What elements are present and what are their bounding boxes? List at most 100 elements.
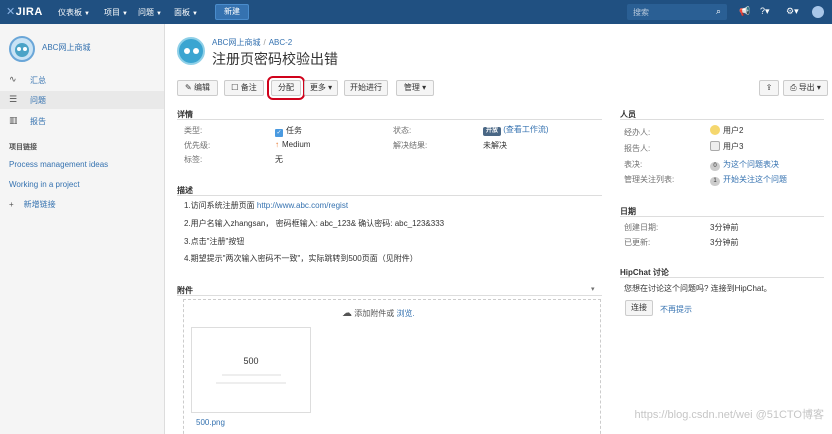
dropzone-prompt: ☁ 添加附件或 浏览. bbox=[342, 308, 415, 319]
thumbnail-title: 500 bbox=[243, 356, 259, 366]
description-line-1: 1.访问系统注册页面 http://www.abc.com/regist bbox=[184, 201, 349, 210]
watch-link[interactable]: 开始关注这个问题 bbox=[723, 175, 787, 184]
project-avatar[interactable] bbox=[9, 36, 35, 62]
chevron-down-icon: ▼ bbox=[84, 11, 90, 17]
search-input[interactable]: 搜索 ⌕ bbox=[627, 4, 727, 20]
reporter-value[interactable]: 用户3 bbox=[710, 141, 743, 152]
menu-boards[interactable]: 面板 ▼ bbox=[174, 7, 198, 18]
more-button[interactable]: 更多 ▾ bbox=[304, 80, 338, 96]
activity-icon: ∿ bbox=[9, 74, 17, 84]
export-icon: ⎙ bbox=[790, 83, 799, 92]
add-link-button[interactable]: + 新增链接 bbox=[9, 199, 56, 210]
gear-icon[interactable]: ⚙▾ bbox=[786, 6, 799, 17]
assign-button[interactable]: 分配 bbox=[267, 76, 305, 100]
create-button[interactable]: 新建 bbox=[215, 4, 249, 20]
assignee-label: 经办人: bbox=[624, 128, 651, 137]
vote-link[interactable]: 为这个问题表决 bbox=[723, 160, 779, 169]
browse-link[interactable]: 浏览. bbox=[396, 309, 414, 318]
chevron-down-icon: ▼ bbox=[192, 11, 198, 17]
reporter-label: 报告人: bbox=[624, 144, 651, 153]
export-button[interactable]: ⎙ 导出 ▾ bbox=[783, 80, 828, 96]
created-value: 3分钟前 bbox=[710, 223, 739, 232]
menu-dashboards[interactable]: 仪表板 ▼ bbox=[58, 7, 90, 18]
comment-icon: ☐ bbox=[231, 83, 241, 92]
watermark: https://blog.csdn.net/wei @51CTO博客 bbox=[634, 409, 825, 421]
regist-url-link[interactable]: http://www.abc.com/regist bbox=[257, 201, 348, 210]
sidebar-item-label: 报告 bbox=[30, 117, 46, 126]
priority-label: 优先级: bbox=[184, 141, 211, 150]
description-line-2: 2.用户名输入zhangsan， 密码框输入: abc_123& 确认密码: a… bbox=[184, 219, 445, 228]
chevron-down-icon: ▾ bbox=[325, 83, 333, 92]
sidebar-item-summary[interactable]: ∿ 汇总 bbox=[0, 71, 164, 89]
issue-view: ABC网上商城 / ABC-2 注册页密码校验出错 ✎ 编辑 ☐ 备注 分配 更多 … bbox=[166, 24, 832, 434]
type-value: ✓ 任务 bbox=[275, 126, 302, 137]
sidebar-item-issues[interactable]: ☰ 问题 bbox=[0, 91, 164, 109]
votes-count: 0 bbox=[710, 162, 720, 171]
breadcrumb-project[interactable]: ABC网上商城 bbox=[212, 38, 260, 47]
labels-value: 无 bbox=[275, 155, 283, 164]
search-placeholder: 搜索 bbox=[633, 8, 649, 17]
comment-button[interactable]: ☐ 备注 bbox=[224, 80, 264, 96]
breadcrumb-issue-key[interactable]: ABC-2 bbox=[269, 38, 293, 47]
hipchat-connect-button[interactable]: 连接 bbox=[625, 300, 653, 316]
status-label: 状态: bbox=[393, 126, 412, 135]
votes-label: 表决: bbox=[624, 160, 643, 169]
chevron-down-icon: ▼ bbox=[122, 11, 128, 17]
project-link-working[interactable]: Working in a project bbox=[9, 180, 80, 189]
status-badge: 开放 bbox=[483, 127, 502, 136]
top-navigation-bar: ✕JIRA 仪表板 ▼ 项目 ▼ 问题 ▼ 面板 ▼ 新建 搜索 ⌕ 📢 ?▾ ⚙▾ bbox=[0, 0, 832, 24]
updated-value: 3分钟前 bbox=[710, 238, 739, 247]
attachment-file-name[interactable]: 500.png bbox=[196, 418, 225, 427]
project-link-process[interactable]: Process management ideas bbox=[9, 160, 108, 169]
view-workflow-link[interactable]: (查看工作流) bbox=[503, 125, 548, 134]
watchers-label: 管理关注列表: bbox=[624, 175, 675, 184]
assignee-value[interactable]: 用户2 bbox=[710, 125, 743, 136]
resolution-label: 解决结果: bbox=[393, 141, 428, 150]
divider bbox=[620, 277, 824, 278]
edit-button[interactable]: ✎ 编辑 bbox=[177, 80, 218, 96]
thumbnail-text-line bbox=[215, 382, 287, 384]
divider bbox=[177, 119, 602, 120]
thumbnail-text-line bbox=[221, 374, 281, 376]
watchers-count: 1 bbox=[710, 177, 720, 186]
attachment-dropzone[interactable]: ☁ 添加附件或 浏览. 500 500.png bbox=[183, 299, 601, 434]
menu-projects[interactable]: 项目 ▼ bbox=[104, 7, 128, 18]
attachments-options-icon[interactable]: ▾ bbox=[591, 285, 595, 293]
resolution-value: 未解决 bbox=[483, 141, 507, 150]
start-progress-button[interactable]: 开始进行 bbox=[344, 80, 388, 96]
status-value: 开放 (查看工作流) bbox=[483, 124, 549, 136]
divider bbox=[177, 195, 602, 196]
hipchat-dismiss-link[interactable]: 不再提示 bbox=[660, 304, 692, 315]
arrow-up-icon: ↑ bbox=[275, 140, 279, 149]
hipchat-prompt: 您想在讨论这个问题吗? 连接到HipChat。 bbox=[624, 284, 772, 293]
megaphone-icon[interactable]: 📢 bbox=[739, 6, 750, 17]
issues-icon: ☰ bbox=[9, 94, 18, 104]
watchers-value: 1 开始关注这个问题 bbox=[710, 174, 787, 186]
user-avatar[interactable] bbox=[812, 6, 824, 18]
pencil-icon: ✎ bbox=[185, 83, 194, 92]
sidebar-item-label: 汇总 bbox=[30, 76, 46, 85]
manage-button[interactable]: 管理 ▾ bbox=[396, 80, 434, 96]
project-sidebar: ABC网上商城 ∿ 汇总 ☰ 问题 ▥ 报告 项目链接 Process mana… bbox=[0, 24, 165, 434]
divider bbox=[620, 216, 824, 217]
chevron-down-icon: ▾ bbox=[419, 83, 427, 92]
task-checkbox-icon: ✓ bbox=[275, 129, 283, 137]
divider bbox=[177, 295, 602, 296]
share-icon: ⇪ bbox=[765, 83, 773, 92]
help-icon[interactable]: ?▾ bbox=[760, 6, 770, 17]
votes-value: 0 为这个问题表决 bbox=[710, 159, 779, 171]
priority-value: ↑ Medium bbox=[275, 140, 311, 149]
page-title: 注册页密码校验出错 bbox=[212, 51, 338, 67]
search-icon: ⌕ bbox=[715, 6, 721, 16]
labels-label: 标签: bbox=[184, 155, 203, 164]
attachment-thumbnail[interactable]: 500 bbox=[191, 327, 311, 413]
jira-logo[interactable]: ✕JIRA bbox=[6, 5, 43, 18]
description-line-3: 3.点击"注册"按钮 bbox=[184, 237, 245, 246]
assignee-avatar bbox=[710, 125, 720, 135]
reports-icon: ▥ bbox=[9, 115, 18, 125]
project-name-link[interactable]: ABC网上商城 bbox=[42, 42, 90, 53]
share-button[interactable]: ⇪ bbox=[759, 80, 779, 96]
menu-issues[interactable]: 问题 ▼ bbox=[138, 7, 162, 18]
breadcrumb: ABC网上商城 / ABC-2 bbox=[212, 38, 293, 47]
sidebar-item-reports[interactable]: ▥ 报告 bbox=[0, 112, 164, 130]
